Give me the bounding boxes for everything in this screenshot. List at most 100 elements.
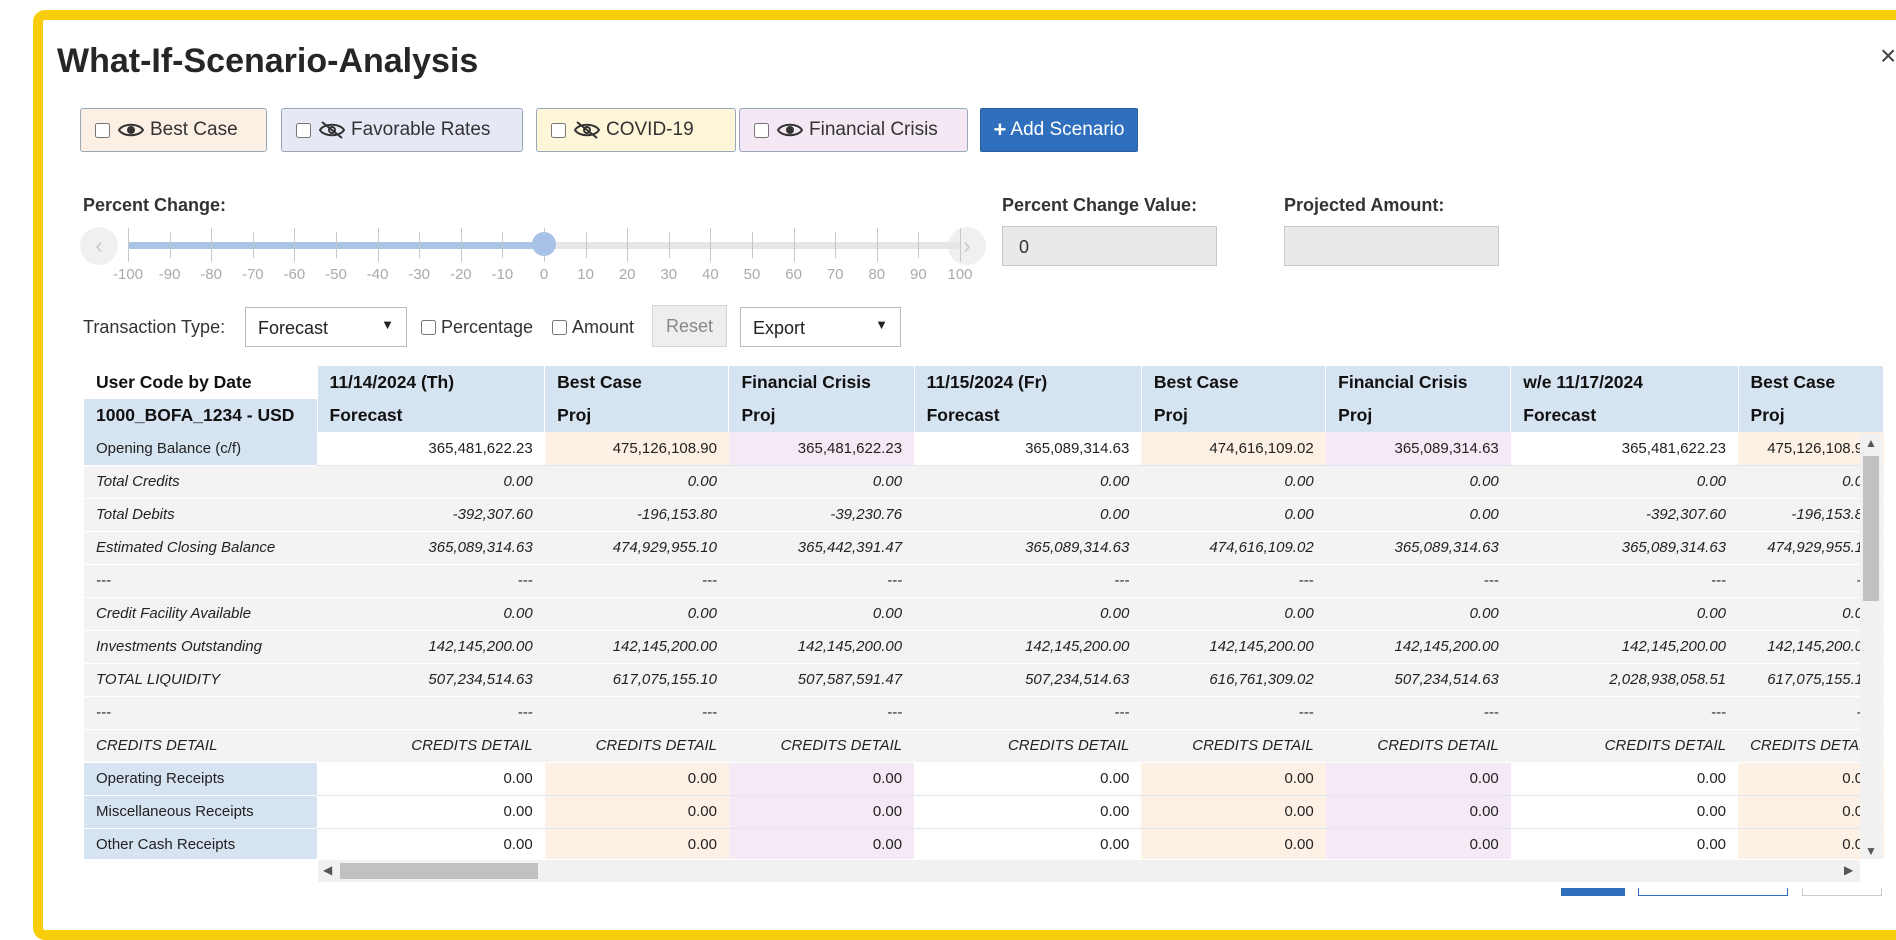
table-row: Total Credits 0.00 0.00 0.00 0.00 0.00 0.00 0.0… — [84, 465, 1884, 499]
column-header[interactable]: Financial Crisis — [728, 366, 915, 399]
table-cell: 0.00 — [914, 762, 1142, 796]
table-cell: --- — [1510, 696, 1739, 730]
column-header[interactable]: w/e 11/17/2024 — [1510, 366, 1739, 399]
slider-tick — [169, 232, 171, 258]
slider-tick-label: 90 — [910, 266, 927, 283]
table-cell: CREDITS DETAIL — [317, 729, 545, 763]
add-scenario-button[interactable]: + Add Scenario — [980, 108, 1138, 152]
eye-slash-icon[interactable] — [319, 121, 345, 139]
table-cell: 0.00 — [1141, 597, 1326, 631]
row-label: Total Credits — [84, 465, 318, 499]
column-header[interactable]: Best Case — [544, 366, 730, 399]
slider-tick — [211, 228, 213, 262]
scroll-up-icon[interactable]: ▲ — [1865, 436, 1877, 450]
column-header[interactable]: 11/15/2024 (Fr) — [914, 366, 1142, 399]
slider-tick-label: 60 — [785, 266, 802, 283]
transaction-type-select[interactable]: Forecast ▼ — [245, 307, 407, 347]
table-cell: CREDITS DETAIL — [728, 729, 915, 763]
slider-tick — [585, 232, 587, 258]
percentage-checkbox-wrap[interactable]: Percentage — [421, 307, 533, 347]
footer-secondary-button[interactable] — [1638, 888, 1788, 896]
table-cell: 0.00 — [1510, 795, 1739, 829]
percentage-checkbox[interactable] — [421, 319, 436, 335]
table-cell: 0.00 — [544, 597, 729, 631]
scenario-label: Favorable Rates — [351, 119, 491, 140]
table-cell: 0.00 — [1141, 498, 1326, 532]
table-cell: 617,075,155.10 — [544, 663, 729, 697]
table-cell: --- — [914, 564, 1142, 598]
scenario-chip-covid-19[interactable]: COVID-19 — [536, 108, 736, 152]
footer-cancel-button[interactable] — [1802, 888, 1882, 896]
scenario-checkbox[interactable] — [551, 122, 566, 138]
slider-tick — [835, 232, 837, 258]
table-cell: 365,089,314.63 — [914, 531, 1142, 565]
column-header[interactable]: 11/14/2024 (Th) — [317, 366, 546, 399]
slider-thumb[interactable] — [532, 232, 556, 256]
amount-checkbox[interactable] — [552, 319, 567, 335]
percent-change-value-input[interactable]: 0 — [1002, 226, 1217, 266]
column-subheader: Forecast — [1510, 399, 1739, 432]
table-cell: 0.00 — [544, 762, 729, 796]
scenario-grid: User Code by Date 11/14/2024 (Th) Best Cas… — [84, 366, 1884, 859]
slider-tick — [918, 232, 920, 258]
scroll-down-icon[interactable]: ▼ — [1865, 844, 1877, 858]
table-cell: 0.00 — [1510, 465, 1739, 499]
table-cell: 365,089,314.63 — [1510, 531, 1739, 565]
table-cell: 0.00 — [317, 795, 545, 829]
horizontal-scroll-thumb[interactable] — [340, 863, 538, 879]
table-cell: 0.00 — [1510, 828, 1739, 859]
slider-left-arrow-icon[interactable]: ‹ — [80, 227, 118, 265]
table-cell: 0.00 — [544, 828, 729, 859]
scenario-checkbox[interactable] — [754, 122, 769, 138]
column-subheader: Proj — [1141, 399, 1327, 432]
table-cell: 0.00 — [1325, 795, 1511, 829]
export-select[interactable]: Export ▼ — [740, 307, 901, 347]
vertical-scroll-thumb[interactable] — [1863, 456, 1879, 601]
scenario-chip-financial-crisis[interactable]: Financial Crisis — [739, 108, 968, 152]
chevron-down-icon: ▼ — [381, 317, 394, 332]
scroll-left-icon[interactable]: ◀ — [323, 863, 332, 877]
scenario-chip-favorable-rates[interactable]: Favorable Rates — [281, 108, 523, 152]
percent-change-slider[interactable]: ‹ › -100 -90 -80 -70 -60 -50 -40 -30 -20 -10 0 10 20… — [80, 224, 988, 284]
table-cell: 474,616,109.02 — [1141, 432, 1326, 466]
slider-tick-label: 10 — [577, 266, 594, 283]
table-cell: --- — [728, 696, 915, 730]
scenario-checkbox[interactable] — [296, 122, 311, 138]
table-cell: CREDITS DETAIL — [1510, 729, 1739, 763]
projected-amount-input[interactable] — [1284, 226, 1499, 266]
slider-tick — [128, 228, 129, 262]
column-header[interactable]: Financial Crisis — [1325, 366, 1512, 399]
reset-button[interactable]: Reset — [652, 305, 727, 347]
slider-tick — [377, 228, 379, 262]
table-cell: 365,481,622.23 — [728, 432, 915, 466]
column-header[interactable]: Best Case — [1738, 366, 1884, 399]
table-cell: 365,481,622.23 — [317, 432, 545, 466]
scenario-chip-best-case[interactable]: Best Case — [80, 108, 267, 152]
horizontal-scrollbar[interactable]: ◀ ▶ — [318, 860, 1860, 882]
column-header[interactable]: Best Case — [1141, 366, 1327, 399]
table-cell: --- — [1325, 564, 1511, 598]
table-cell: --- — [1325, 696, 1511, 730]
column-subheader: Proj — [728, 399, 915, 432]
slider-tick-label: 50 — [743, 266, 761, 283]
column-subheader: Proj — [1738, 399, 1884, 432]
close-icon[interactable]: × — [1880, 40, 1896, 72]
corner-header: User Code by Date — [84, 366, 318, 399]
table-cell: --- — [544, 696, 729, 730]
table-cell: --- — [1141, 696, 1326, 730]
table-cell: --- — [544, 564, 729, 598]
vertical-scrollbar[interactable]: ▲ ▼ — [1860, 434, 1882, 859]
eye-slash-icon[interactable] — [574, 121, 600, 139]
slider-tick — [710, 228, 712, 262]
table-cell: 0.00 — [317, 828, 545, 859]
slider-tick-label: -60 — [283, 266, 306, 283]
table-cell: 507,587,591.47 — [728, 663, 915, 697]
scroll-right-icon[interactable]: ▶ — [1844, 863, 1853, 877]
scenario-checkbox[interactable] — [95, 122, 110, 138]
slider-tick-label: 80 — [868, 266, 886, 283]
eye-icon[interactable] — [777, 121, 803, 139]
eye-icon[interactable] — [118, 121, 144, 139]
table-cell: 0.00 — [1141, 795, 1326, 829]
amount-checkbox-wrap[interactable]: Amount — [552, 307, 634, 347]
footer-primary-button[interactable] — [1561, 888, 1625, 896]
